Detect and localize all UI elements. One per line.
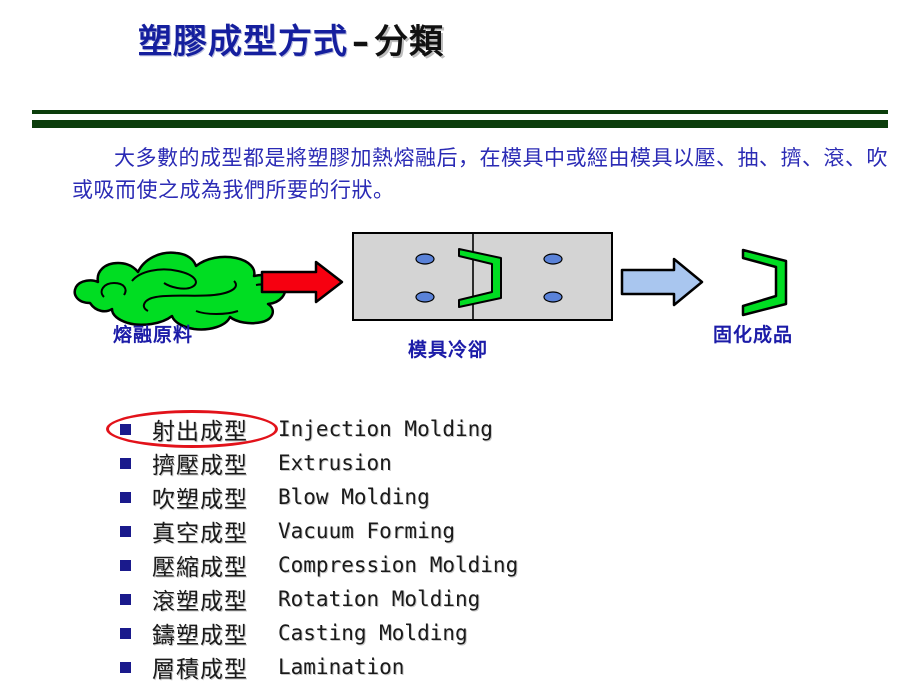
list-item[interactable]: 壓縮成型 Compression Molding [120,548,800,582]
mold-cavity-block-icon [352,232,613,321]
method-name-en: Casting Molding [278,621,468,645]
method-name-en: Compression Molding [278,553,519,577]
cooling-channel-icon [543,253,563,265]
molten-plastic-blob-icon [73,251,287,331]
page-title: 塑膠成型方式 – 分類 [138,22,444,62]
method-name-en: Lamination [278,655,405,679]
method-name-en: Rotation Molding [278,587,481,611]
method-name-en: Extrusion [278,451,392,475]
bullet-square-icon [120,627,131,639]
cooling-channel-icon [415,291,435,303]
method-name-zh: 壓縮成型 [152,555,248,581]
method-name-en: Blow Molding [278,485,430,509]
diagram-label-molten: 熔融原料 [113,324,194,346]
list-item[interactable]: 擠壓成型 Extrusion [120,446,800,480]
list-item[interactable]: 滾塑成型 Rotation Molding [120,582,800,616]
molding-methods-list: 射出成型 Injection Molding 擠壓成型 Extrusion 吹塑… [120,412,800,684]
list-item[interactable]: 真空成型 Vacuum Forming [120,514,800,548]
divider-rule-thin [32,110,888,114]
method-name-zh: 鑄塑成型 [152,623,248,649]
method-name-en: Injection Molding [278,417,493,441]
cooling-channel-icon [543,291,563,303]
list-item[interactable]: 鑄塑成型 Casting Molding [120,616,800,650]
process-diagram: 熔融原料 模具冷卻 固化成品 [0,225,920,365]
page-title-dash: – [352,22,370,62]
method-name-zh: 擠壓成型 [152,453,248,479]
list-item[interactable]: 射出成型 Injection Molding [120,412,800,446]
bullet-square-icon [120,423,131,435]
method-name-zh: 層積成型 [152,657,248,683]
diagram-label-solid: 固化成品 [713,324,794,346]
list-item[interactable]: 層積成型 Lamination [120,650,800,684]
bullet-square-icon [120,593,131,605]
bullet-square-icon [120,559,131,571]
list-item[interactable]: 吹塑成型 Blow Molding [120,480,800,514]
page-title-main: 塑膠成型方式 [138,22,348,62]
blue-right-arrow-icon [620,257,704,307]
diagram-label-mold: 模具冷卻 [408,339,489,361]
bullet-square-icon [120,457,131,469]
method-name-zh: 真空成型 [152,521,248,547]
page-title-sub: 分類 [374,22,444,62]
intro-paragraph: 大多數的成型都是將塑膠加熱熔融后，在模具中或經由模具以壓、抽、擠、滾、吹或吸而使… [72,146,888,202]
finished-green-part-icon [741,248,788,317]
method-name-zh: 射出成型 [152,419,248,445]
cooling-channel-icon [415,253,435,265]
bullet-square-icon [120,491,131,503]
method-name-zh: 滾塑成型 [152,589,248,615]
bullet-square-icon [120,661,131,673]
method-name-zh: 吹塑成型 [152,487,248,513]
method-name-en: Vacuum Forming [278,519,456,543]
bullet-square-icon [120,525,131,537]
divider-rule-thick [32,120,888,128]
